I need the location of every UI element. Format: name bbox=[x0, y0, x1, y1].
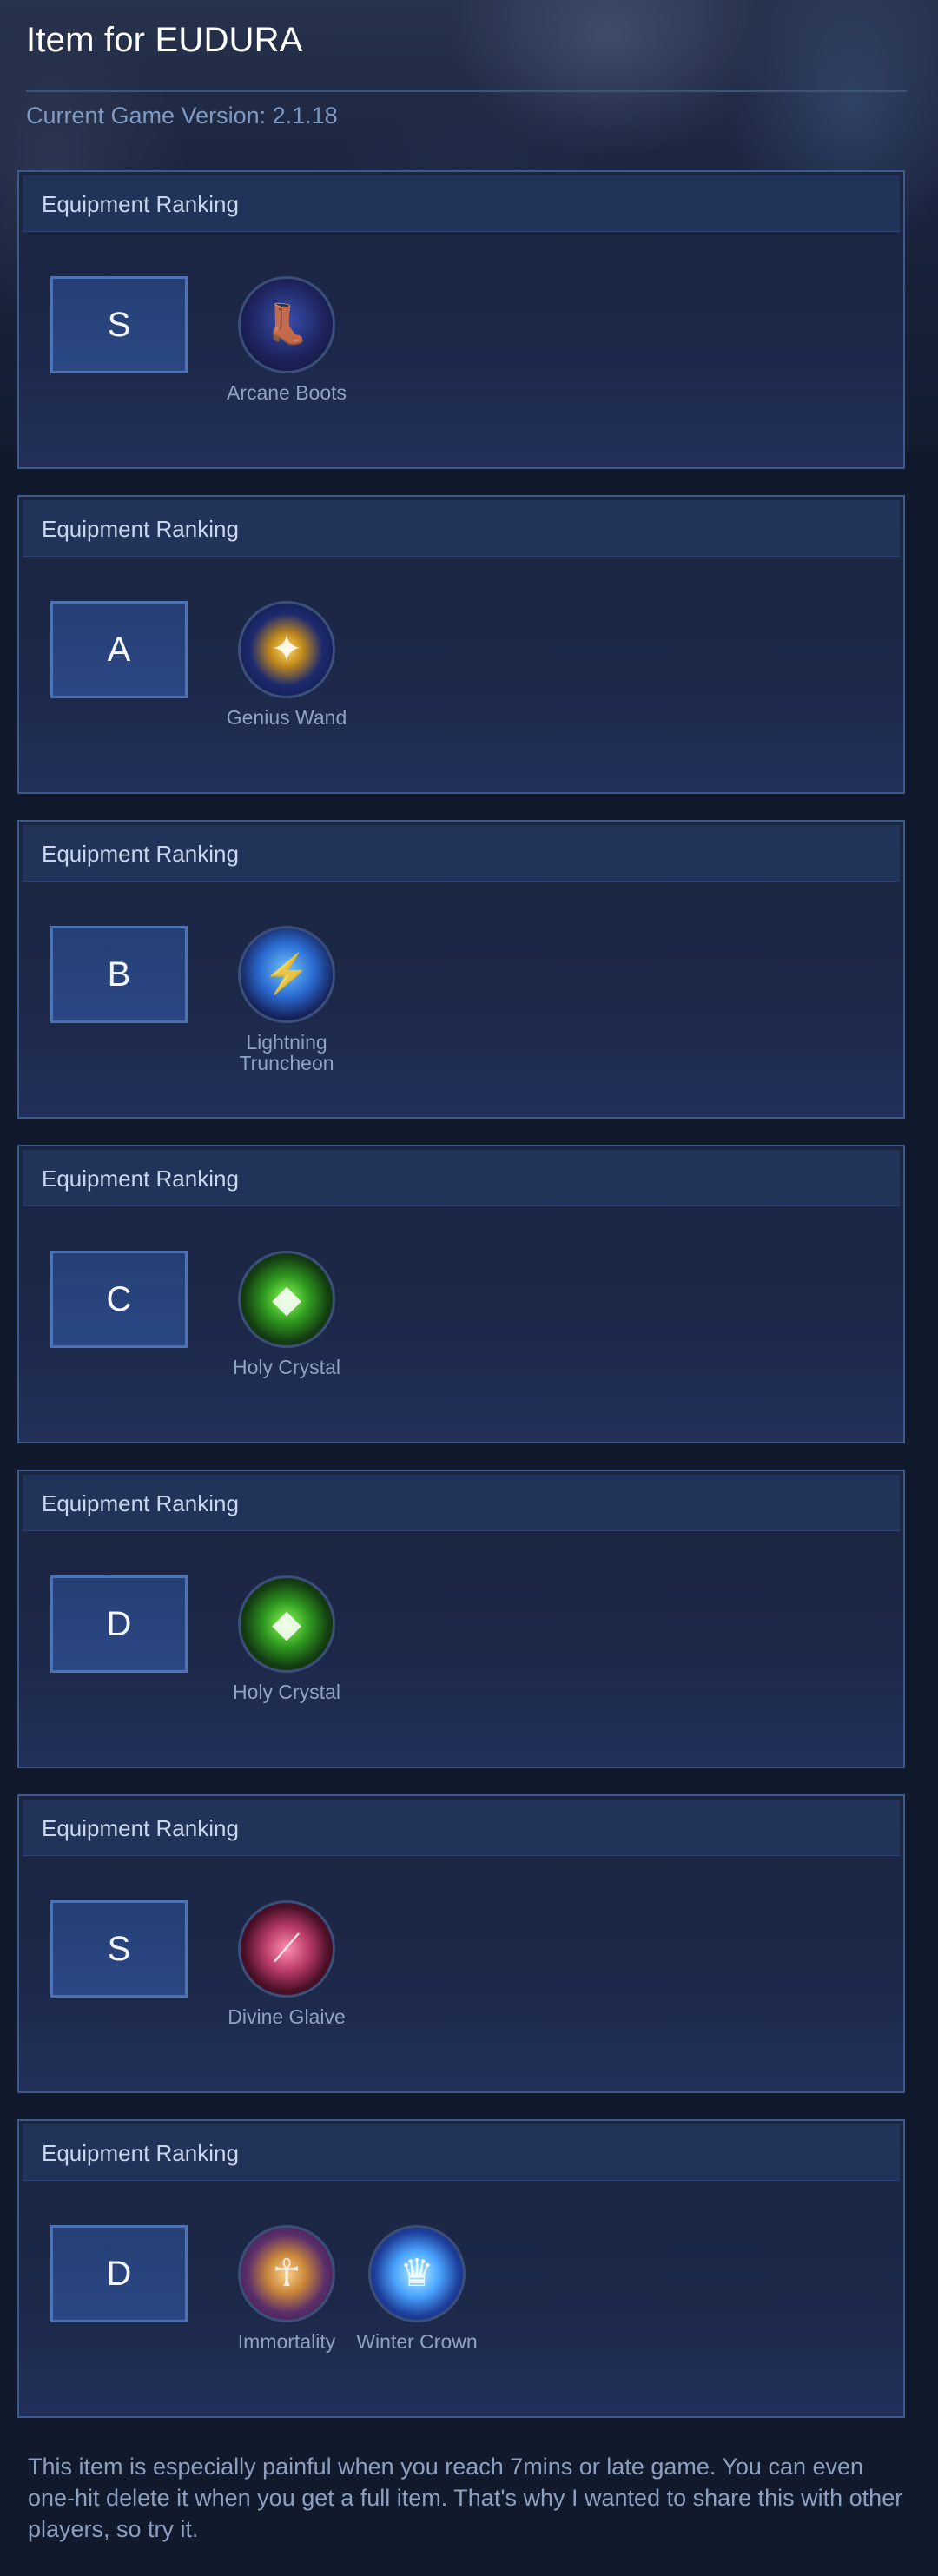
rank-badge: S bbox=[50, 1900, 188, 1998]
item-name: Arcane Boots bbox=[226, 381, 347, 404]
glaive-icon: ⟋ bbox=[238, 1900, 335, 1998]
rank-badge: C bbox=[50, 1251, 188, 1348]
item-name: Winter Crown bbox=[356, 2330, 478, 2353]
crown-icon: ♛ bbox=[368, 2225, 466, 2322]
item-immortality[interactable]: ☥ Immortality bbox=[221, 2225, 352, 2352]
item-name: Holy Crystal bbox=[233, 1681, 340, 1703]
crystal-icon: ◆ bbox=[238, 1251, 335, 1348]
rank-badge: D bbox=[50, 1575, 188, 1673]
ranking-card: Equipment Ranking S 👢 Arcane Boots bbox=[17, 170, 905, 469]
card-heading: Equipment Ranking bbox=[42, 516, 239, 542]
card-heading: Equipment Ranking bbox=[42, 2140, 239, 2166]
wand-icon: ✦ bbox=[238, 601, 335, 698]
item-lightning-truncheon[interactable]: ⚡ Lightning Truncheon bbox=[221, 926, 352, 1073]
item-winter-crown[interactable]: ♛ Winter Crown bbox=[352, 2225, 482, 2352]
card-heading: Equipment Ranking bbox=[42, 191, 239, 217]
ranking-card: Equipment Ranking S ⟋ Divine Glaive bbox=[17, 1794, 905, 2093]
game-version: Current Game Version: 2.1.18 bbox=[26, 102, 338, 129]
card-heading: Equipment Ranking bbox=[42, 1815, 239, 1841]
rank-badge: S bbox=[50, 276, 188, 373]
card-heading: Equipment Ranking bbox=[42, 1490, 239, 1516]
boots-icon: 👢 bbox=[238, 276, 335, 373]
ranking-card: Equipment Ranking C ◆ Holy Crystal bbox=[17, 1145, 905, 1443]
card-header: Equipment Ranking bbox=[23, 500, 900, 557]
title-divider bbox=[26, 90, 907, 92]
card-header: Equipment Ranking bbox=[23, 1475, 900, 1531]
card-heading: Equipment Ranking bbox=[42, 841, 239, 867]
item-divine-glaive[interactable]: ⟋ Divine Glaive bbox=[221, 1900, 352, 2027]
ranking-card: Equipment Ranking B ⚡ Lightning Truncheo… bbox=[17, 820, 905, 1119]
item-name: Genius Wand bbox=[226, 706, 347, 729]
immortality-icon: ☥ bbox=[238, 2225, 335, 2322]
rank-badge: B bbox=[50, 926, 188, 1023]
item-name: Lightning Truncheon bbox=[239, 1031, 334, 1074]
page-title: Item for EUDURA bbox=[26, 21, 303, 59]
item-name: Divine Glaive bbox=[228, 2005, 346, 2028]
rank-badge: A bbox=[50, 601, 188, 698]
item-holy-crystal[interactable]: ◆ Holy Crystal bbox=[221, 1251, 352, 1377]
ranking-card: Equipment Ranking D ◆ Holy Crystal bbox=[17, 1470, 905, 1768]
card-header: Equipment Ranking bbox=[23, 1800, 900, 1856]
truncheon-icon: ⚡ bbox=[238, 926, 335, 1023]
item-genius-wand[interactable]: ✦ Genius Wand bbox=[221, 601, 352, 728]
rank-badge: D bbox=[50, 2225, 188, 2322]
card-header: Equipment Ranking bbox=[23, 175, 900, 232]
card-header: Equipment Ranking bbox=[23, 825, 900, 882]
item-arcane-boots[interactable]: 👢 Arcane Boots bbox=[221, 276, 352, 403]
card-header: Equipment Ranking bbox=[23, 1150, 900, 1206]
description-text: This item is especially painful when you… bbox=[28, 2454, 903, 2542]
item-name: Immortality bbox=[237, 2330, 336, 2353]
item-holy-crystal[interactable]: ◆ Holy Crystal bbox=[221, 1575, 352, 1702]
ranking-card: Equipment Ranking A ✦ Genius Wand bbox=[17, 495, 905, 794]
ranking-card: Equipment Ranking D ☥ Immortality ♛ Wint… bbox=[17, 2119, 905, 2418]
item-name: Holy Crystal bbox=[233, 1356, 340, 1378]
card-header: Equipment Ranking bbox=[23, 2124, 900, 2181]
card-heading: Equipment Ranking bbox=[42, 1166, 239, 1192]
crystal-icon: ◆ bbox=[238, 1575, 335, 1673]
